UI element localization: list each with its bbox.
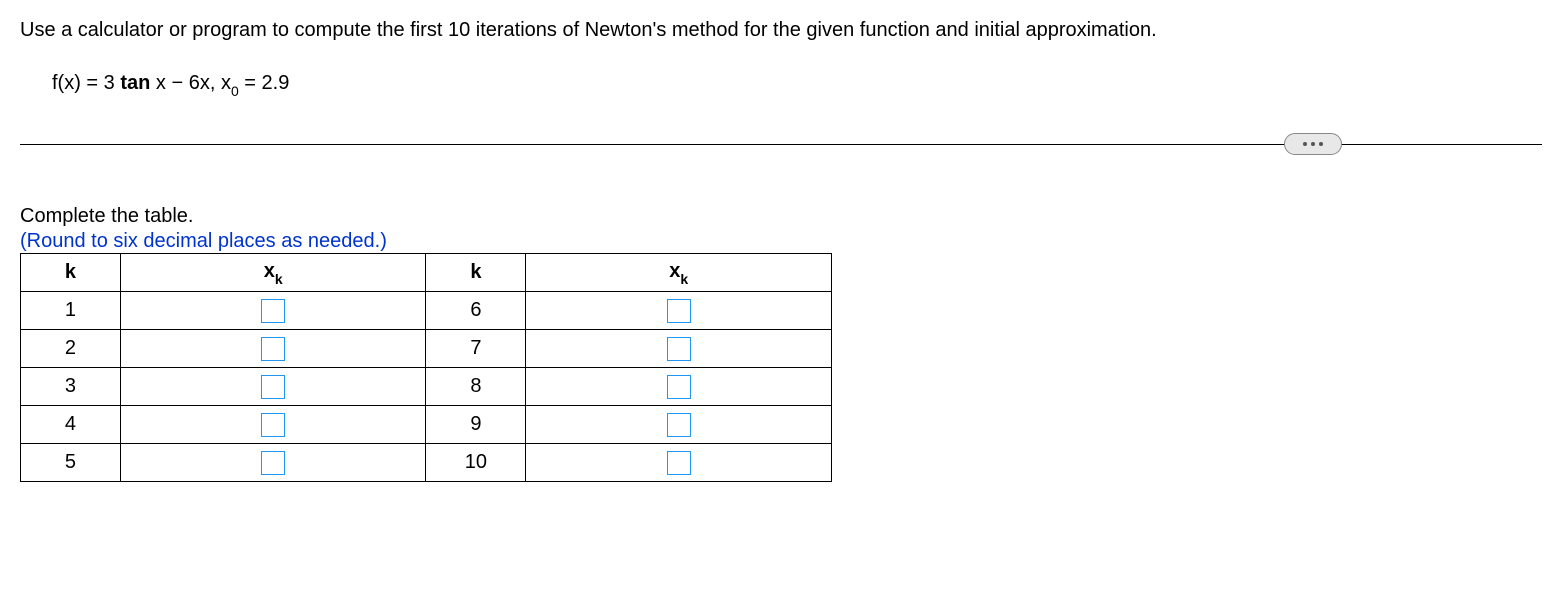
table-row: 3 8: [21, 368, 832, 406]
complete-instruction: Complete the table.: [20, 205, 1542, 228]
k-cell: 10: [426, 444, 526, 482]
header-k-right: k: [426, 254, 526, 292]
ellipsis-icon: [1303, 142, 1323, 146]
answer-input-2[interactable]: [261, 337, 285, 361]
table-row: 1 6: [21, 292, 832, 330]
answer-input-7[interactable]: [667, 337, 691, 361]
function-definition: f(x) = 3 tan x − 6x, x0 = 2.9: [52, 72, 1542, 97]
rounding-hint: (Round to six decimal places as needed.): [20, 230, 1542, 253]
function-sub: 0: [231, 83, 239, 99]
answer-input-9[interactable]: [667, 413, 691, 437]
k-cell: 7: [426, 330, 526, 368]
header-xk-right: xk: [526, 254, 832, 292]
table-row: 2 7: [21, 330, 832, 368]
answer-input-6[interactable]: [667, 299, 691, 323]
answer-input-3[interactable]: [261, 375, 285, 399]
function-mid: x − 6x, x: [150, 72, 231, 94]
section-divider: [20, 133, 1542, 155]
answer-input-4[interactable]: [261, 413, 285, 437]
xk-cell: [120, 292, 426, 330]
header-xk-sub-right: k: [680, 271, 688, 287]
xk-cell: [526, 292, 832, 330]
k-cell: 6: [426, 292, 526, 330]
k-cell: 5: [21, 444, 121, 482]
answer-input-10[interactable]: [667, 451, 691, 475]
k-cell: 9: [426, 406, 526, 444]
header-xk-left: xk: [120, 254, 426, 292]
k-cell: 4: [21, 406, 121, 444]
header-xk-var-left: x: [264, 260, 275, 282]
k-cell: 8: [426, 368, 526, 406]
answer-input-1[interactable]: [261, 299, 285, 323]
xk-cell: [120, 406, 426, 444]
header-k-left: k: [21, 254, 121, 292]
table-header-row: k xk k xk: [21, 254, 832, 292]
function-tan: tan: [120, 72, 150, 94]
table-row: 4 9: [21, 406, 832, 444]
xk-cell: [526, 368, 832, 406]
answer-input-5[interactable]: [261, 451, 285, 475]
problem-intro: Use a calculator or program to compute t…: [20, 16, 1542, 44]
xk-cell: [526, 330, 832, 368]
xk-cell: [526, 406, 832, 444]
more-options-button[interactable]: [1284, 133, 1342, 155]
xk-cell: [120, 330, 426, 368]
k-cell: 2: [21, 330, 121, 368]
xk-cell: [120, 444, 426, 482]
xk-cell: [526, 444, 832, 482]
header-xk-var-right: x: [669, 260, 680, 282]
table-row: 5 10: [21, 444, 832, 482]
function-prefix: f(x) = 3: [52, 72, 120, 94]
xk-cell: [120, 368, 426, 406]
k-cell: 3: [21, 368, 121, 406]
k-cell: 1: [21, 292, 121, 330]
answer-input-8[interactable]: [667, 375, 691, 399]
header-xk-sub-left: k: [275, 271, 283, 287]
function-suffix: = 2.9: [239, 72, 290, 94]
iterations-table: k xk k xk 1 6 2 7 3 8: [20, 253, 832, 482]
